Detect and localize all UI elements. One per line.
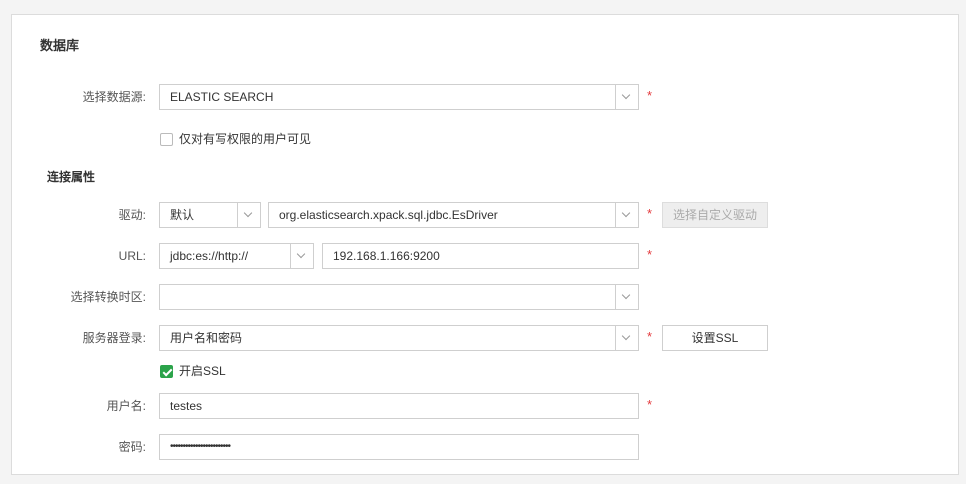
- custom-driver-button[interactable]: 选择自定义驱动: [662, 202, 768, 228]
- password-input[interactable]: ••••••••••••••••••••••••: [159, 434, 639, 460]
- permission-checkbox-label[interactable]: 仅对有写权限的用户可见: [179, 132, 311, 146]
- driver-type-select[interactable]: 默认: [159, 202, 261, 228]
- required-marker: *: [647, 88, 653, 103]
- driver-class-value: org.elasticsearch.xpack.sql.jdbc.EsDrive…: [279, 208, 498, 222]
- ssl-checkbox[interactable]: [160, 365, 173, 378]
- username-input[interactable]: testes: [159, 393, 639, 419]
- timezone-select[interactable]: [159, 284, 639, 310]
- server-login-select[interactable]: 用户名和密码: [159, 325, 639, 351]
- required-marker: *: [647, 206, 653, 221]
- section-title: 数据库: [40, 38, 80, 53]
- chevron-down-icon[interactable]: [615, 285, 638, 309]
- url-prefix-value: jdbc:es://http://: [170, 249, 249, 263]
- chevron-down-icon[interactable]: [237, 203, 260, 227]
- chevron-down-icon[interactable]: [615, 326, 638, 350]
- driver-type-value: 默认: [170, 208, 195, 222]
- driver-label: 驱动:: [118, 208, 146, 222]
- chevron-down-icon[interactable]: [615, 203, 638, 227]
- chevron-down-icon[interactable]: [615, 85, 638, 109]
- driver-class-select[interactable]: org.elasticsearch.xpack.sql.jdbc.EsDrive…: [268, 202, 639, 228]
- timezone-label: 选择转换时区:: [70, 290, 146, 304]
- connection-section-title: 连接属性: [47, 170, 96, 184]
- required-marker: *: [647, 397, 653, 412]
- username-label: 用户名:: [106, 399, 146, 413]
- server-login-value: 用户名和密码: [170, 331, 243, 345]
- datasource-select[interactable]: ELASTIC SEARCH: [159, 84, 639, 110]
- required-marker: *: [647, 329, 653, 344]
- server-login-label: 服务器登录:: [82, 331, 146, 345]
- chevron-down-icon[interactable]: [290, 244, 313, 268]
- datasource-label: 选择数据源:: [82, 90, 146, 104]
- password-label: 密码:: [118, 440, 146, 454]
- url-prefix-select[interactable]: jdbc:es://http://: [159, 243, 314, 269]
- ssl-settings-button[interactable]: 设置SSL: [662, 325, 768, 351]
- datasource-value: ELASTIC SEARCH: [170, 90, 274, 104]
- url-label: URL:: [118, 249, 146, 263]
- ssl-checkbox-label[interactable]: 开启SSL: [179, 364, 226, 378]
- url-host-input[interactable]: 192.168.1.166:9200: [322, 243, 639, 269]
- database-settings-panel: 数据库 选择数据源: ELASTIC SEARCH * 仅对有写权限的用户可见 …: [11, 14, 959, 475]
- permission-checkbox[interactable]: [160, 133, 173, 146]
- required-marker: *: [647, 247, 653, 262]
